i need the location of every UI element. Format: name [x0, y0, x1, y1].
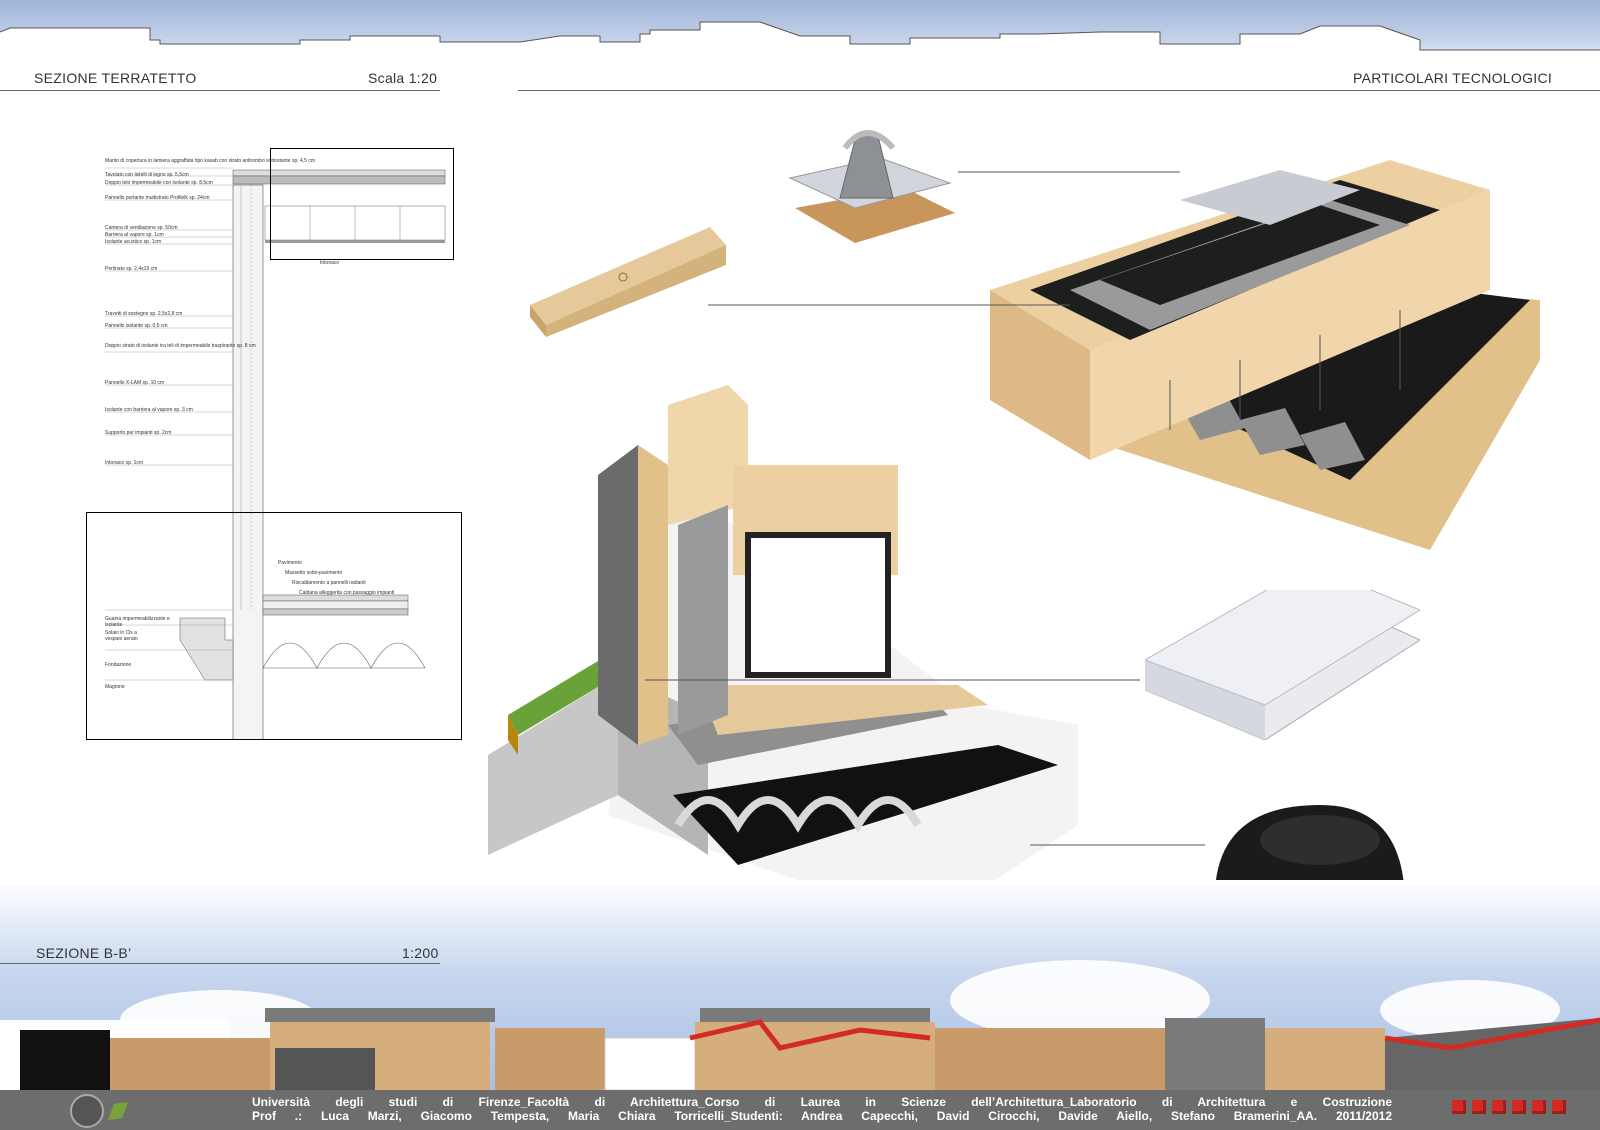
- section-rule: [0, 963, 440, 964]
- university-crest-icon: [70, 1094, 104, 1128]
- red-cube-icon: [1532, 1100, 1546, 1114]
- red-cube-icon: [1492, 1100, 1506, 1114]
- section-scale: 1:200: [402, 945, 439, 961]
- red-cube-icon: [1552, 1100, 1566, 1114]
- red-cube-icon: [1512, 1100, 1526, 1114]
- footer-line-1: Università degli studi di Firenze_Facolt…: [252, 1095, 1392, 1109]
- footer-line-2: Prof .: Luca Marzi, Giacomo Tempesta, Ma…: [252, 1109, 1392, 1123]
- red-cube-icon: [1472, 1100, 1486, 1114]
- footer-credits: Università degli studi di Firenze_Facolt…: [252, 1095, 1392, 1123]
- red-cube-icon: [1452, 1100, 1466, 1114]
- elevation-section-bb: [0, 1008, 1600, 1090]
- section-title: SEZIONE B-B’: [36, 945, 132, 961]
